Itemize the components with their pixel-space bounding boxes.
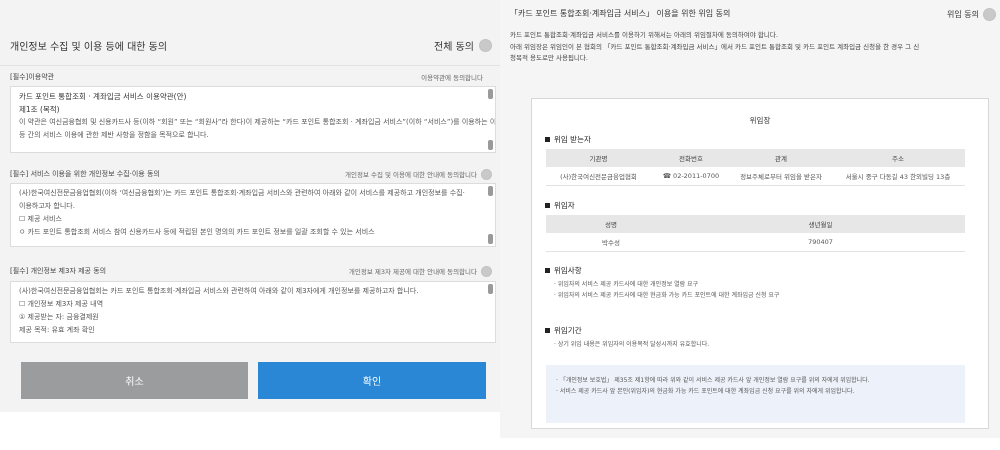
table-cell: 정보주체로부터 위임을 받은자 <box>731 167 831 186</box>
thirdparty-agree-toggle[interactable]: 개인정보 제3자 제공에 대한 안내에 동의합니다 <box>348 265 492 277</box>
terms-line: 제1조 (목적) <box>19 105 60 114</box>
delegation-description: 카드 포인트 통합조회·계좌입금 서비스를 이용하기 위해서는 아래의 위임절차… <box>510 30 995 65</box>
table-cell: (사)한국여신전문금융업협회 <box>546 167 651 186</box>
terms-agree-note: 이용약관에 동의합니다 <box>421 74 483 82</box>
thirdparty-line: ☐ 개인정보 제3자 제공 내역 <box>19 300 104 308</box>
all-agree-toggle[interactable]: 전체 동의 <box>434 38 492 53</box>
page-title: 개인정보 수집 및 이용 등에 대한 동의 <box>10 42 168 53</box>
thirdparty-textbox[interactable]: (사)한국여신전문금융업협회는 카드 포인트 통합조회·계좌입금 서비스와 관련… <box>10 281 496 343</box>
list-item: · 위임자의 서비스 제공 카드사에 대한 현금화 가능 카드 포인트에 대한 … <box>554 292 780 299</box>
terms-section-title: [필수]이용약관 <box>10 73 55 81</box>
table-row: 박수성 790407 <box>546 233 965 252</box>
list-item: · 「개인정보 보호법」 제35조 제1항에 따라 위와 같이 서비스 제공 카… <box>556 377 870 384</box>
description-line: 청목적 용도로만 사용됩니다. <box>510 54 588 62</box>
terms-line: 카드 포인트 통합조회 · 계좌입금 서비스 이용약관(안) <box>19 92 187 101</box>
terms-section-header: [필수]이용약관 이용약관에 동의합니다 <box>10 70 492 84</box>
table-cell: 박수성 <box>546 233 676 252</box>
agent-table: 기관명 전화번호 관계 주소 (사)한국여신전문금융업협회 ☎ 02-2011-… <box>546 149 965 186</box>
table-row: (사)한국여신전문금융업협회 ☎ 02-2011-0700 정보주체로부터 위임… <box>546 167 965 186</box>
terms-textbox[interactable]: 카드 포인트 통합조회 · 계좌입금 서비스 이용약관(안) 제1조 (목적) … <box>10 86 496 153</box>
collect-line: ㅇ 카드 포인트 통합조회 서비스 참여 신용카드사 등에 적립된 본인 명의의… <box>19 228 375 236</box>
scrollbar-thumb[interactable] <box>488 186 493 196</box>
all-agree-label: 전체 동의 <box>434 42 474 53</box>
agent-heading: 위임 받는자 <box>545 134 591 145</box>
confirm-button[interactable]: 확인 <box>258 362 486 399</box>
collect-section-title: [필수] 서비스 이용을 위한 개인정보 수집·이용 동의 <box>10 170 160 178</box>
description-line: 카드 포인트 통합조회·계좌입금 서비스를 이용하기 위해서는 아래의 위임절차… <box>510 31 778 39</box>
principal-heading: 위임자 <box>545 200 575 211</box>
period-text: · 상기 위임 내용은 위임자의 이용목적 달성시까지 유효합니다. <box>554 341 710 348</box>
delegation-notes: · 「개인정보 보호법」 제35조 제1항에 따라 위와 같이 서비스 제공 카… <box>546 365 965 423</box>
square-bullet-icon <box>545 328 550 333</box>
collect-agree-note: 개인정보 수집 및 이용에 대한 안내에 동의합니다 <box>345 171 477 179</box>
matters-heading: 위임사항 <box>545 265 582 276</box>
table-header: 기관명 <box>546 149 651 167</box>
delegation-panel: 「카드 포인트 통합조회·계좌입금 서비스」 이용을 위한 위임 동의 위임 동… <box>500 0 1000 438</box>
matters-list: · 위임자의 서비스 제공 카드사에 대한 개인정보 열람 요구 · 위임자의 … <box>554 279 779 301</box>
square-bullet-icon <box>545 203 550 208</box>
table-header: 주소 <box>831 149 965 167</box>
list-item: · 서비스 제공 카드사 앞 본인(위임자)의 현금화 가능 카드 포인트에 대… <box>556 388 855 395</box>
delegation-consent-label: 위임 동의 <box>947 10 979 19</box>
agent-heading-text: 위임 받는자 <box>554 135 591 144</box>
delegation-title: 「카드 포인트 통합조회·계좌입금 서비스」 이용을 위한 위임 동의 <box>510 9 731 18</box>
cancel-button[interactable]: 취소 <box>21 362 248 399</box>
list-item: · 위임자의 서비스 제공 카드사에 대한 개인정보 열람 요구 <box>554 281 699 288</box>
table-header: 전화번호 <box>651 149 731 167</box>
table-header-row: 성명 생년월일 <box>546 215 965 233</box>
radio-icon[interactable] <box>983 8 996 21</box>
table-header-row: 기관명 전화번호 관계 주소 <box>546 149 965 167</box>
delegation-consent-toggle[interactable]: 위임 동의 <box>947 8 996 21</box>
table-header: 관계 <box>731 149 831 167</box>
thirdparty-line: (사)한국여신전문금융업협회는 카드 포인트 통합조회·계좌입금 서비스와 관련… <box>19 287 419 295</box>
collect-textbox[interactable]: (사)한국여신전문금융업협회(이하 ‘여신금융협회’)는 카드 포인트 통합조회… <box>10 183 496 247</box>
collect-agree-toggle[interactable]: 개인정보 수집 및 이용에 대한 안내에 동의합니다 <box>345 168 492 180</box>
radio-icon[interactable] <box>481 265 492 277</box>
terms-agree-toggle[interactable]: 이용약관에 동의합니다 <box>421 72 492 82</box>
terms-line: 등 간의 서비스 이용에 관한 제반 사항을 정함을 목적으로 합니다. <box>19 131 209 139</box>
principal-heading-text: 위임자 <box>554 201 575 210</box>
collect-line: ☐ 제공 서비스 <box>19 215 62 223</box>
matters-heading-text: 위임사항 <box>554 266 582 275</box>
description-line: 아래 위임장은 위임인이 본 협회의 「카드 포인트 통합조회·계좌입금 서비스… <box>510 42 920 51</box>
consent-panel: 개인정보 수집 및 이용 등에 대한 동의 전체 동의 [필수]이용약관 이용약… <box>0 0 500 412</box>
scrollbar-thumb[interactable] <box>488 234 493 244</box>
square-bullet-icon <box>545 137 550 142</box>
terms-line: 이 약관은 여신금융협회 및 신용카드사 등(이하 “회원” 또는 “회원사”라… <box>19 118 496 126</box>
collect-line: (사)한국여신전문금융업협회(이하 ‘여신금융협회’)는 카드 포인트 통합조회… <box>19 189 465 197</box>
scrollbar-thumb[interactable] <box>488 140 493 150</box>
table-header: 생년월일 <box>676 215 965 233</box>
square-bullet-icon <box>545 268 550 273</box>
collect-line: 이용하고자 합니다. <box>19 202 75 210</box>
table-cell: 서울시 중구 다동길 43 한외빌딩 13층 <box>831 167 965 186</box>
thirdparty-section-title: [필수] 개인정보 제3자 제공 동의 <box>10 267 107 275</box>
table-header: 성명 <box>546 215 676 233</box>
scrollbar-thumb[interactable] <box>488 284 493 294</box>
table-cell: ☎ 02-2011-0700 <box>651 167 731 186</box>
principal-table: 성명 생년월일 박수성 790407 <box>546 215 965 252</box>
document-title: 위임장 <box>749 116 771 125</box>
scrollbar-thumb[interactable] <box>488 89 493 99</box>
thirdparty-agree-note: 개인정보 제3자 제공에 대한 안내에 동의합니다 <box>348 268 477 276</box>
consent-header: 개인정보 수집 및 이용 등에 대한 동의 전체 동의 <box>0 0 500 66</box>
thirdparty-line: ① 제공받는 자: 금융결제원 <box>19 313 99 321</box>
radio-icon[interactable] <box>479 39 492 52</box>
thirdparty-line: 제공 목적: 유효 계좌 확인 <box>19 326 95 334</box>
radio-icon[interactable] <box>481 168 492 180</box>
table-cell: 790407 <box>676 233 965 252</box>
power-of-attorney-document: 위임장 위임 받는자 기관명 전화번호 관계 주소 (사)한국여신전문금융업협회… <box>531 98 989 429</box>
period-heading-text: 위임기간 <box>554 326 582 335</box>
thirdparty-section-header: [필수] 개인정보 제3자 제공 동의 개인정보 제3자 제공에 대한 안내에 … <box>10 264 492 278</box>
period-heading: 위임기간 <box>545 325 582 336</box>
collect-section-header: [필수] 서비스 이용을 위한 개인정보 수집·이용 동의 개인정보 수집 및 … <box>10 167 492 181</box>
